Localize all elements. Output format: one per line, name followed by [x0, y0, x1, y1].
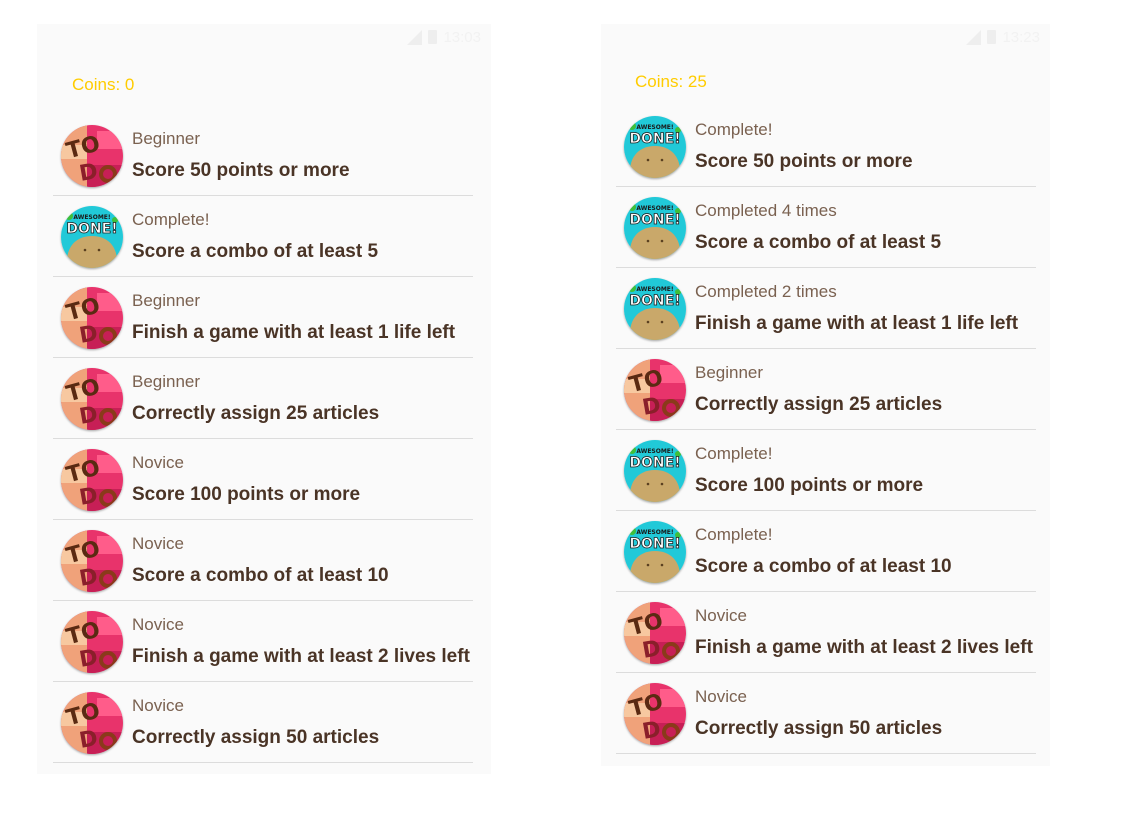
achievement-row[interactable]: TO D Beginner Score 50 points or more [53, 115, 473, 196]
achievement-title: Finish a game with at least 1 life left [132, 322, 456, 343]
svg-text:AWESOME!: AWESOME! [636, 529, 673, 536]
done-badge-icon: AWESOME! DONE! [624, 521, 686, 583]
svg-text:DONE!: DONE! [629, 455, 680, 471]
done-badge-icon: AWESOME! DONE! [624, 440, 686, 502]
achievement-row[interactable]: AWESOME! DONE! Completed 4 times Score a co… [616, 187, 1036, 268]
battery-icon [987, 30, 997, 44]
todo-badge-icon: TO D [61, 449, 123, 511]
svg-text:AWESOME!: AWESOME! [636, 205, 673, 212]
achievement-title: Score a combo of at least 5 [132, 241, 379, 262]
status-time: 13:03 [443, 28, 481, 46]
achievement-status: Complete! [695, 444, 773, 463]
achievement-title: Correctly assign 25 articles [132, 403, 380, 424]
achievement-title: Correctly assign 25 articles [695, 394, 943, 415]
svg-text:DONE!: DONE! [66, 221, 117, 237]
svg-text:AWESOME!: AWESOME! [636, 286, 673, 293]
achievement-status: Beginner [132, 372, 201, 391]
done-badge-icon: AWESOME! DONE! [624, 116, 686, 178]
todo-badge-icon: TO D [624, 683, 686, 745]
svg-text:DONE!: DONE! [629, 536, 680, 552]
svg-text:AWESOME!: AWESOME! [73, 214, 110, 221]
achievement-row[interactable]: AWESOME! DONE! Complete! Score a combo of a… [53, 196, 473, 277]
achievement-title: Finish a game with at least 1 life left [695, 313, 1019, 334]
todo-badge-icon: TO D [624, 602, 686, 664]
achievement-status: Complete! [695, 120, 773, 139]
achievement-title: Score 50 points or more [695, 151, 913, 172]
achievement-row[interactable]: TO D Novice Finish a game with at least 2 l… [616, 592, 1036, 673]
achievement-title: Correctly assign 50 articles [132, 727, 380, 748]
achievement-title: Correctly assign 50 articles [695, 718, 943, 739]
done-badge-icon: AWESOME! DONE! [624, 278, 686, 340]
achievement-title: Score a combo of at least 10 [695, 556, 952, 577]
achievement-status: Complete! [695, 525, 773, 544]
svg-text:DONE!: DONE! [629, 131, 680, 147]
todo-badge-icon: TO D [624, 359, 686, 421]
screen-after: 13:23 Coins: 25 AWESOME! DONE! Complete! Sc… [601, 24, 1050, 766]
screen-before: 13:03 Coins: 0 TO D Beginner Score 50 point… [37, 24, 491, 774]
achievement-row[interactable]: TO D Beginner Correctly assign 25 articles [616, 349, 1036, 430]
done-badge-icon: AWESOME! DONE! [61, 206, 123, 268]
achievement-status: Completed 4 times [695, 201, 837, 220]
status-bar: 13:03 [407, 26, 481, 48]
battery-icon [428, 30, 438, 44]
achievement-row[interactable]: TO D Novice Score 100 points or more [53, 439, 473, 520]
achievement-title: Score a combo of at least 5 [695, 232, 942, 253]
achievement-status: Complete! [132, 210, 210, 229]
achievement-status: Completed 2 times [695, 282, 837, 301]
svg-text:AWESOME!: AWESOME! [636, 448, 673, 455]
achievement-status: Novice [132, 453, 184, 472]
done-badge-icon: AWESOME! DONE! [624, 197, 686, 259]
achievement-title: Finish a game with at least 2 lives left [132, 646, 470, 667]
todo-badge-icon: TO D [61, 287, 123, 349]
achievement-row[interactable]: TO D Novice Finish a game with at least 2 l… [53, 601, 473, 682]
status-time: 13:23 [1002, 28, 1040, 46]
signal-icon [407, 29, 423, 45]
signal-icon [966, 29, 982, 45]
svg-text:DONE!: DONE! [629, 212, 680, 228]
status-bar: 13:23 [966, 26, 1040, 48]
todo-badge-icon: TO D [61, 368, 123, 430]
achievement-status: Novice [132, 615, 184, 634]
todo-badge-icon: TO D [61, 125, 123, 187]
achievement-row[interactable]: TO D Novice Correctly assign 50 articles [53, 682, 473, 763]
coins-counter: Coins: 0 [72, 75, 135, 94]
achievements-list: TO D Beginner Score 50 points or more AWESOM… [53, 115, 473, 763]
achievement-row[interactable]: TO D Beginner Correctly assign 25 articles [53, 358, 473, 439]
achievement-row[interactable]: TO D Novice Correctly assign 50 articles [616, 673, 1036, 754]
achievement-title: Score a combo of at least 10 [132, 565, 389, 586]
achievement-status: Beginner [695, 363, 764, 382]
svg-text:AWESOME!: AWESOME! [636, 124, 673, 131]
todo-badge-icon: TO D [61, 530, 123, 592]
coins-counter: Coins: 25 [635, 72, 707, 91]
achievement-title: Finish a game with at least 2 lives left [695, 637, 1033, 658]
achievement-status: Beginner [132, 291, 201, 310]
achievement-row[interactable]: TO D Beginner Finish a game with at least 1… [53, 277, 473, 358]
achievement-status: Novice [132, 534, 184, 553]
achievement-title: Score 100 points or more [695, 475, 924, 496]
achievement-row[interactable]: AWESOME! DONE! Complete! Score 100 points o… [616, 430, 1036, 511]
achievement-row[interactable]: AWESOME! DONE! Completed 2 times Finish a g… [616, 268, 1036, 349]
achievement-row[interactable]: AWESOME! DONE! Complete! Score 50 points or… [616, 106, 1036, 187]
todo-badge-icon: TO D [61, 692, 123, 754]
achievement-row[interactable]: AWESOME! DONE! Complete! Score a combo of a… [616, 511, 1036, 592]
achievement-title: Score 100 points or more [132, 484, 361, 505]
achievements-list: AWESOME! DONE! Complete! Score 50 points or… [616, 106, 1036, 754]
achievement-status: Novice [695, 687, 747, 706]
achievement-row[interactable]: TO D Novice Score a combo of at least 10 [53, 520, 473, 601]
achievement-status: Beginner [132, 129, 201, 148]
todo-badge-icon: TO D [61, 611, 123, 673]
svg-text:DONE!: DONE! [629, 293, 680, 309]
achievement-status: Novice [695, 606, 747, 625]
achievement-status: Novice [132, 696, 184, 715]
achievement-title: Score 50 points or more [132, 160, 350, 181]
